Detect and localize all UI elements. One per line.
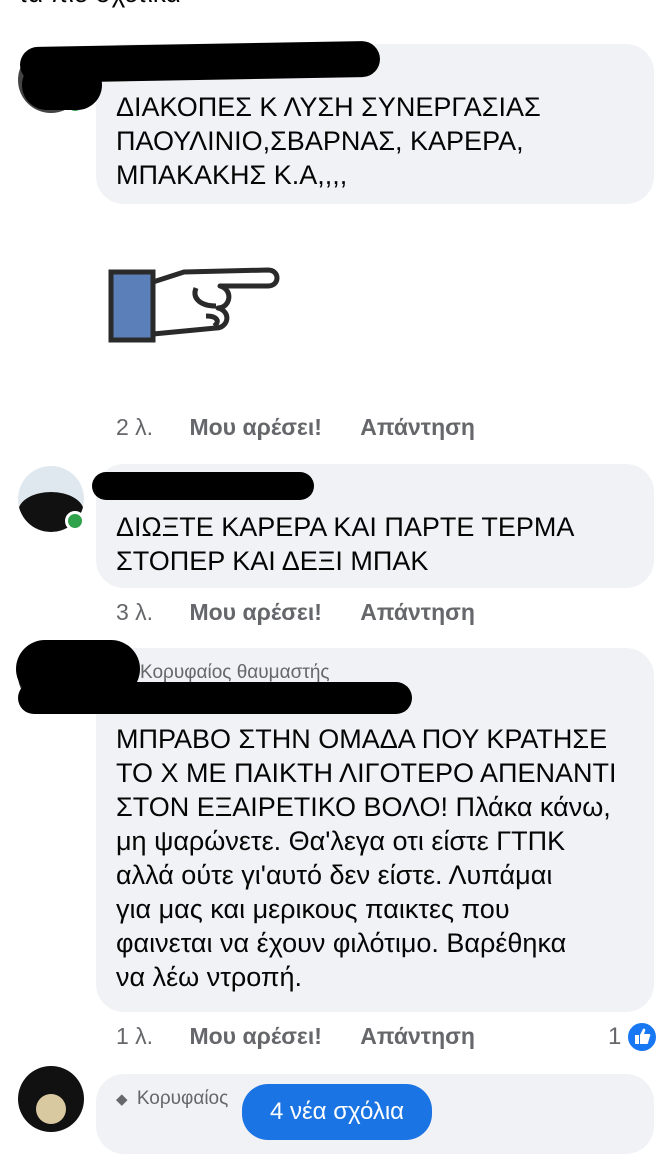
comment-actions: 3 λ. Μου αρέσει! Απάντηση xyxy=(116,599,475,626)
comment-time[interactable]: 1 λ. xyxy=(116,1023,153,1050)
redacted-author-name xyxy=(22,60,102,110)
reply-button[interactable]: Απάντηση xyxy=(360,414,475,441)
comment-time[interactable]: 3 λ. xyxy=(116,599,153,626)
diamond-icon: ◆ xyxy=(116,1091,128,1108)
comment-2: ΔΙΩΞΤΕ ΚΑΡΕΡΑ ΚΑΙ ΠΑΡΤΕ ΤΕΡΜΑ ΣΤΟΠΕΡ ΚΑΙ… xyxy=(0,450,669,630)
top-fan-label: Κορυφαίος θαυμαστής xyxy=(140,662,330,683)
like-button[interactable]: Μου αρέσει! xyxy=(189,1023,321,1050)
thumbs-up-icon[interactable] xyxy=(626,1021,658,1053)
reaction-count[interactable]: 1 xyxy=(608,1023,621,1051)
comment-time[interactable]: 2 λ. xyxy=(116,414,153,441)
comment-text: ΜΠΡΑΒΟ ΣΤΗΝ ΟΜΑΔΑ ΠΟΥ ΚΡΑΤΗΣΕ ΤΟ Χ ΜΕ ΠΑ… xyxy=(116,724,617,992)
reply-button[interactable]: Απάντηση xyxy=(360,1023,475,1050)
redacted-author-name xyxy=(18,682,412,714)
pointing-hand-sticker-icon xyxy=(108,267,280,343)
like-button[interactable]: Μου αρέσει! xyxy=(189,599,321,626)
comment-1: ΔΙΑΚΟΠΕΣ Κ ΛΥΣΗ ΣΥΝΕΡΓΑΣΙΑΣ ΠΑΟΥΛΙΝΙΟ,ΣΒ… xyxy=(0,0,669,450)
online-status-dot xyxy=(65,511,85,531)
comment-actions: 2 λ. Μου αρέσει! Απάντηση xyxy=(116,414,475,441)
redacted-author-name xyxy=(92,472,314,500)
comment-actions: 1 λ. Μου αρέσει! Απάντηση xyxy=(116,1023,475,1050)
like-button[interactable]: Μου αρέσει! xyxy=(189,414,321,441)
comment-3: Κορυφαίος θαυμαστής ΜΠΡΑΒΟ ΣΤΗΝ ΟΜΑΔΑ ΠΟ… xyxy=(0,630,669,1060)
comment-text: ΔΙΑΚΟΠΕΣ Κ ΛΥΣΗ ΣΥΝΕΡΓΑΣΙΑΣ ΠΑΟΥΛΙΝΙΟ,ΣΒ… xyxy=(116,92,541,190)
comment-text: ΔΙΩΞΤΕ ΚΑΡΕΡΑ ΚΑΙ ΠΑΡΤΕ ΤΕΡΜΑ ΣΤΟΠΕΡ ΚΑΙ… xyxy=(116,512,575,576)
avatar[interactable] xyxy=(18,1066,84,1132)
top-fan-label: Κορυφαίος xyxy=(136,1088,229,1109)
top-fan-badge: Κορυφαίος θαυμαστής xyxy=(140,662,330,684)
reply-button[interactable]: Απάντηση xyxy=(360,599,475,626)
top-fan-badge: ◆ Κορυφαίος xyxy=(116,1088,228,1110)
new-comments-button[interactable]: 4 νέα σχόλια xyxy=(242,1084,432,1140)
